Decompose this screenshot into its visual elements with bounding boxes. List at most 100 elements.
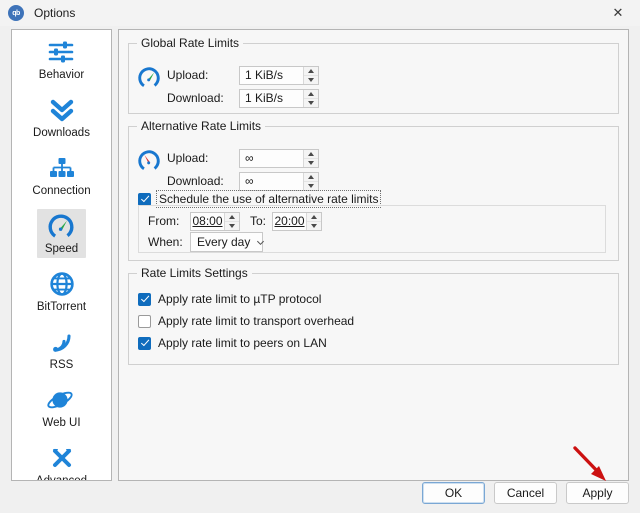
sidebar: Behavior Downloads: [11, 29, 112, 481]
schedule-to-value: 20:00: [273, 213, 306, 230]
qbittorrent-logo-icon: qb: [8, 5, 24, 21]
apply-button[interactable]: Apply: [566, 482, 629, 504]
group-title: Alternative Rate Limits: [137, 119, 265, 133]
schedule-from-timeedit[interactable]: 08:00: [190, 212, 240, 231]
schedule-when-value: Every day: [197, 235, 250, 249]
checkbox-box[interactable]: [138, 293, 151, 306]
schedule-from-to-row: From: 08:00 To: 20:00: [148, 211, 322, 231]
spin-down-button[interactable]: [304, 159, 318, 167]
dialog-body: Behavior Downloads: [0, 26, 640, 513]
checkbox-box[interactable]: [138, 315, 151, 328]
dialog-button-bar: OK Cancel Apply: [422, 482, 629, 504]
spinner-buttons[interactable]: [303, 67, 318, 84]
checkbox-box[interactable]: [138, 193, 151, 206]
alt-upload-spinbox[interactable]: ∞: [239, 149, 319, 168]
alt-upload-row: Upload: ∞: [167, 148, 319, 168]
tools-icon: [46, 443, 78, 473]
global-upload-value: 1 KiB/s: [240, 67, 303, 84]
sidebar-item-behavior[interactable]: Behavior: [12, 30, 111, 88]
spin-down-button[interactable]: [225, 222, 239, 230]
alt-download-row: Download: ∞: [167, 171, 319, 191]
planet-icon: [45, 385, 77, 415]
schedule-to-timeedit[interactable]: 20:00: [272, 212, 322, 231]
spin-down-button[interactable]: [307, 222, 321, 230]
spin-up-button[interactable]: [304, 67, 318, 76]
checkbox-label: Apply rate limit to peers on LAN: [158, 336, 327, 350]
schedule-checkbox-label: Schedule the use of alternative rate lim…: [158, 192, 379, 206]
sidebar-item-label: Speed: [45, 243, 78, 255]
sidebar-item-downloads[interactable]: Downloads: [12, 88, 111, 146]
global-download-spinbox[interactable]: 1 KiB/s: [239, 89, 319, 108]
gauge-red-icon: [137, 149, 161, 173]
gauge-green-icon: [137, 66, 161, 90]
schedule-settings-frame: From: 08:00 To: 20:00: [138, 205, 606, 253]
spinner-buttons[interactable]: [303, 90, 318, 107]
sidebar-item-label: Web UI: [42, 417, 80, 429]
spin-down-button[interactable]: [304, 99, 318, 107]
spin-up-button[interactable]: [307, 213, 321, 222]
global-upload-label: Upload:: [167, 68, 239, 82]
schedule-from-label: From:: [148, 214, 190, 228]
checkbox-label: Apply rate limit to µTP protocol: [158, 292, 321, 306]
checkbox-box[interactable]: [138, 337, 151, 350]
alt-upload-label: Upload:: [167, 151, 239, 165]
alt-download-spinbox[interactable]: ∞: [239, 172, 319, 191]
sidebar-item-speed[interactable]: Speed: [12, 204, 111, 262]
sidebar-item-label: Advanced: [36, 475, 87, 481]
global-upload-row: Upload: 1 KiB/s: [167, 65, 319, 85]
global-download-value: 1 KiB/s: [240, 90, 303, 107]
spin-down-button[interactable]: [304, 182, 318, 190]
sidebar-item-connection[interactable]: Connection: [12, 146, 111, 204]
schedule-to-label: To:: [250, 214, 266, 228]
ok-button[interactable]: OK: [422, 482, 485, 504]
app-icon-text: qb: [12, 10, 20, 17]
sidebar-item-advanced[interactable]: Advanced: [12, 436, 111, 481]
spinner-buttons[interactable]: [303, 173, 318, 190]
apply-limit-transport-overhead-checkbox[interactable]: Apply rate limit to transport overhead: [138, 313, 354, 329]
title-bar: qb Options ✕: [0, 0, 640, 27]
alt-download-label: Download:: [167, 174, 239, 188]
schedule-when-dropdown[interactable]: Every day: [190, 232, 263, 252]
alt-download-value: ∞: [240, 173, 303, 190]
sidebar-item-bittorrent[interactable]: BitTorrent: [12, 262, 111, 320]
rss-icon: [46, 327, 78, 357]
spin-down-button[interactable]: [304, 76, 318, 84]
group-title: Rate Limits Settings: [137, 266, 252, 280]
sidebar-item-rss[interactable]: RSS: [12, 320, 111, 378]
global-download-label: Download:: [167, 91, 239, 105]
global-upload-spinbox[interactable]: 1 KiB/s: [239, 66, 319, 85]
globe-icon: [46, 269, 78, 299]
schedule-when-row: When: Every day: [148, 232, 263, 252]
spin-up-button[interactable]: [304, 90, 318, 99]
schedule-when-label: When:: [148, 235, 190, 249]
spinner-buttons[interactable]: [303, 150, 318, 167]
global-rate-limits-group: Global Rate Limits Upload: 1 KiB/s: [128, 43, 619, 114]
spinner-buttons[interactable]: [224, 213, 239, 230]
checkbox-label: Apply rate limit to transport overhead: [158, 314, 354, 328]
global-download-row: Download: 1 KiB/s: [167, 88, 319, 108]
sliders-icon: [45, 37, 77, 67]
spin-up-button[interactable]: [304, 150, 318, 159]
alternative-rate-limits-group: Alternative Rate Limits Upload: ∞: [128, 126, 619, 261]
sidebar-item-label: BitTorrent: [37, 301, 86, 313]
spinner-buttons[interactable]: [306, 213, 321, 230]
sidebar-item-label: Behavior: [39, 69, 84, 81]
window-title: Options: [34, 6, 75, 20]
schedule-from-value: 08:00: [191, 213, 224, 230]
group-title: Global Rate Limits: [137, 36, 243, 50]
chevron-down-icon: [256, 238, 265, 247]
sidebar-item-label: RSS: [50, 359, 74, 371]
apply-limit-lan-peers-checkbox[interactable]: Apply rate limit to peers on LAN: [138, 335, 327, 351]
close-icon[interactable]: ✕: [596, 0, 640, 26]
rate-limits-settings-group: Rate Limits Settings Apply rate limit to…: [128, 273, 619, 365]
alt-upload-value: ∞: [240, 150, 303, 167]
speed-gauge-icon: [45, 211, 77, 241]
network-icon: [46, 153, 78, 183]
cancel-button[interactable]: Cancel: [494, 482, 557, 504]
spin-up-button[interactable]: [225, 213, 239, 222]
sidebar-item-label: Downloads: [33, 127, 90, 139]
sidebar-item-web-ui[interactable]: Web UI: [12, 378, 111, 436]
double-chevron-down-icon: [46, 95, 78, 125]
apply-limit-utp-checkbox[interactable]: Apply rate limit to µTP protocol: [138, 291, 321, 307]
spin-up-button[interactable]: [304, 173, 318, 182]
